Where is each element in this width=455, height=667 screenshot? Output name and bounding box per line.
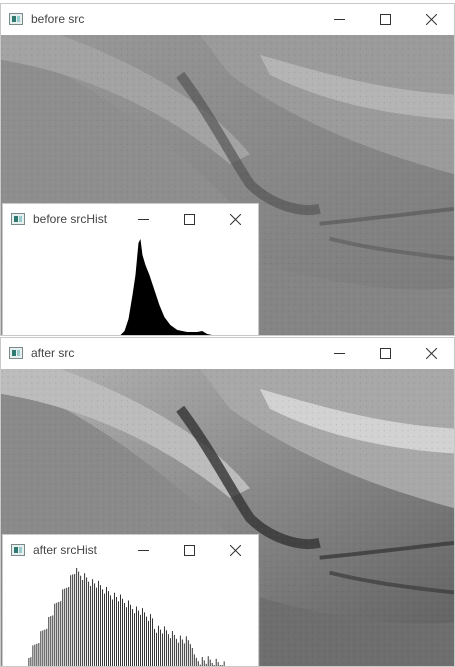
opencv-window-icon — [9, 13, 23, 25]
minimize-icon[interactable] — [120, 535, 166, 566]
minimize-icon[interactable] — [316, 4, 362, 35]
maximize-icon[interactable] — [166, 204, 212, 235]
close-icon[interactable] — [212, 535, 258, 566]
close-icon[interactable] — [212, 204, 258, 235]
window-title: after srcHist — [33, 543, 98, 557]
before-histogram — [3, 235, 258, 335]
opencv-window-icon — [11, 544, 25, 556]
window-title: before src — [31, 12, 85, 26]
close-icon[interactable] — [408, 338, 454, 369]
after-histogram — [3, 566, 258, 666]
minimize-icon[interactable] — [120, 204, 166, 235]
after-hist-titlebar[interactable]: after srcHist — [3, 535, 258, 566]
before-src-titlebar[interactable]: before src — [1, 4, 454, 35]
close-icon[interactable] — [408, 4, 454, 35]
maximize-icon[interactable] — [166, 535, 212, 566]
after-hist-window: after srcHist — [2, 534, 259, 667]
maximize-icon[interactable] — [362, 4, 408, 35]
minimize-icon[interactable] — [316, 338, 362, 369]
maximize-icon[interactable] — [362, 338, 408, 369]
before-hist-titlebar[interactable]: before srcHist — [3, 204, 258, 235]
opencv-window-icon — [9, 347, 23, 359]
after-src-titlebar[interactable]: after src — [1, 338, 454, 369]
window-title: before srcHist — [33, 212, 108, 226]
window-title: after src — [31, 346, 75, 360]
before-hist-window: before srcHist — [2, 203, 259, 336]
opencv-window-icon — [11, 213, 25, 225]
